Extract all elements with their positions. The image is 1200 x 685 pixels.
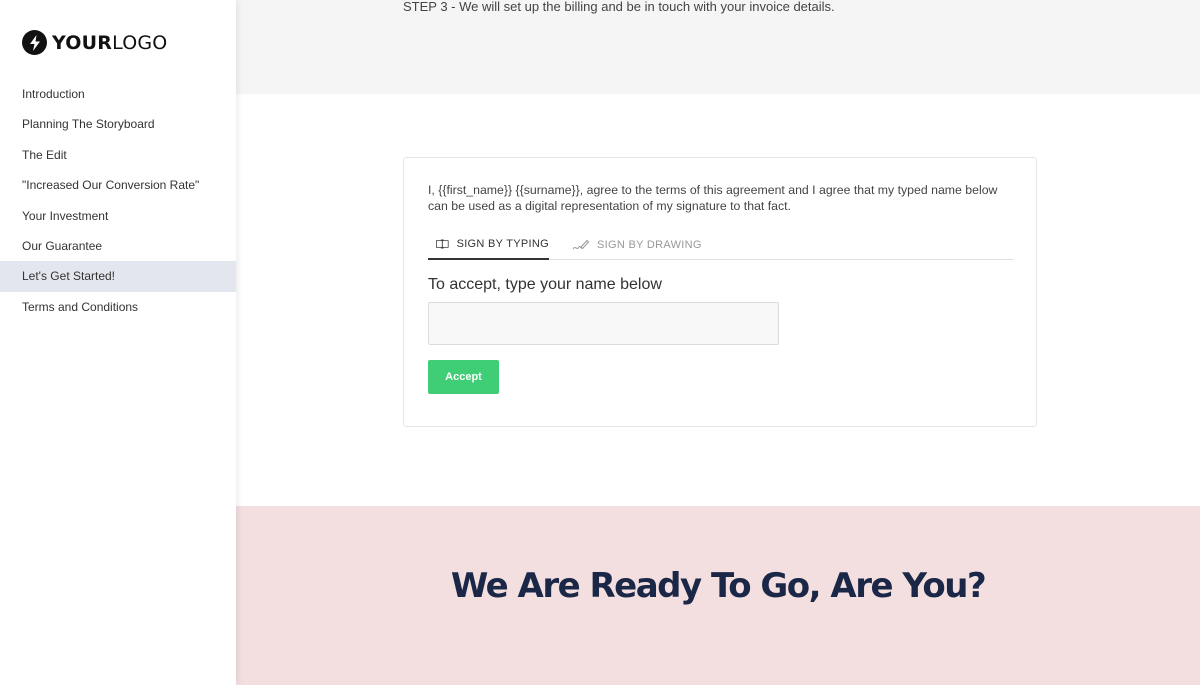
accept-instruction: To accept, type your name below [428, 276, 662, 293]
sidebar-item-increased-conversion-rate[interactable]: "Increased Our Conversion Rate" [0, 170, 236, 200]
sidebar: YOURLOGO Introduction Planning The Story… [0, 0, 236, 685]
sidebar-item-your-investment[interactable]: Your Investment [0, 201, 236, 231]
accept-button[interactable]: Accept [428, 360, 499, 394]
logo-text: YOURLOGO [52, 32, 167, 54]
sidebar-item-terms-and-conditions[interactable]: Terms and Conditions [0, 292, 236, 322]
logo-text-light: LOGO [112, 31, 168, 54]
tab-sign-by-drawing-label: SIGN BY DRAWING [597, 239, 702, 251]
tab-sign-by-typing[interactable]: SIGN BY TYPING [428, 230, 549, 260]
lightning-bolt-icon [22, 30, 47, 55]
text-cursor-icon [436, 239, 449, 249]
logo-text-bold: YOUR [52, 31, 113, 54]
agreement-text: I, {{first_name}} {{surname}}, agree to … [428, 183, 998, 213]
sidebar-item-introduction[interactable]: Introduction [0, 79, 236, 109]
cta-heading: We Are Ready To Go, Are You? [450, 566, 987, 606]
signature-tabs: SIGN BY TYPING SIGN BY DRAWING [428, 230, 1014, 260]
logo[interactable]: YOURLOGO [22, 30, 167, 55]
agreement-card: I, {{first_name}} {{surname}}, agree to … [403, 157, 1037, 427]
sidebar-item-lets-get-started[interactable]: Let's Get Started! [0, 261, 236, 292]
step-text: STEP 3 - We will set up the billing and … [403, 0, 835, 14]
sidebar-item-planning-the-storyboard[interactable]: Planning The Storyboard [0, 109, 236, 139]
sidebar-item-the-edit[interactable]: The Edit [0, 140, 236, 170]
step-section: STEP 3 - We will set up the billing and … [236, 0, 1200, 94]
sidebar-item-our-guarantee[interactable]: Our Guarantee [0, 231, 236, 261]
sidebar-nav: Introduction Planning The Storyboard The… [0, 79, 236, 322]
tab-sign-by-typing-label: SIGN BY TYPING [456, 238, 549, 250]
signature-pen-icon [572, 239, 589, 250]
tab-sign-by-drawing[interactable]: SIGN BY DRAWING [572, 230, 702, 260]
name-input[interactable] [428, 302, 779, 345]
main-content: STEP 3 - We will set up the billing and … [236, 0, 1200, 685]
